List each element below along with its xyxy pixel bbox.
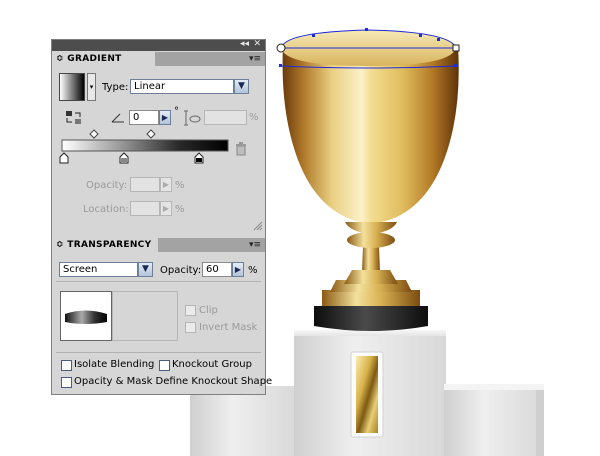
knockout-group-checkbox[interactable]	[159, 360, 170, 371]
isolate-blending-checkbox[interactable]	[61, 360, 72, 371]
panel-menu-icon[interactable]: ▾≡	[249, 52, 261, 66]
reverse-gradient-icon[interactable]	[66, 110, 82, 126]
clip-label: Clip	[199, 305, 218, 316]
transparency-tab-row: ≎ TRANSPARENCY ▾≡	[52, 238, 265, 252]
opacity-percent: %	[248, 265, 258, 276]
trophy-stem	[344, 232, 398, 284]
angle-icon	[111, 113, 124, 123]
delete-stop-icon[interactable]	[235, 142, 247, 156]
invert-mask-checkbox[interactable]	[185, 322, 196, 333]
tab-gradient-label: GRADIENT	[67, 54, 122, 64]
location-input[interactable]	[130, 201, 160, 216]
tab-transparency-label: TRANSPARENCY	[67, 240, 152, 250]
swatch-dropdown-icon[interactable]: ▾	[87, 73, 96, 101]
stem-foot	[344, 270, 398, 284]
opacity-label: Opacity:	[160, 265, 202, 276]
gradient-opacity-input[interactable]	[130, 177, 160, 192]
divider	[56, 281, 261, 282]
tab-arrows-icon: ≎	[56, 54, 64, 64]
podium-right-edge	[536, 390, 544, 456]
panel-menu-icon[interactable]: ▾≡	[249, 238, 261, 252]
gradient-start-handle[interactable]	[276, 43, 286, 53]
cup-bowl	[282, 46, 459, 222]
tab-arrows-icon: ≎	[56, 240, 64, 250]
midpoint-diamond[interactable]	[89, 129, 99, 139]
opacity-mask-knockout-checkbox[interactable]	[61, 377, 72, 388]
black-base	[314, 306, 428, 331]
location-percent: %	[175, 204, 185, 215]
type-dropdown-icon[interactable]: ▼	[234, 79, 249, 94]
clip-checkbox[interactable]	[185, 305, 196, 316]
gradient-opacity-dropdown-icon[interactable]: ▶	[160, 177, 172, 192]
anchor-point[interactable]	[419, 34, 422, 37]
tab-gradient[interactable]: ≎ GRADIENT	[52, 52, 155, 66]
thumbnail-shape	[65, 310, 107, 324]
stem-neck	[362, 246, 380, 274]
mask-thumbnail[interactable]	[112, 291, 178, 341]
opacity-dropdown-icon[interactable]: ▶	[232, 262, 244, 277]
panel-titlebar[interactable]: ◂◂ ✕	[52, 39, 265, 51]
collapse-panel-icon[interactable]: ◂◂	[240, 39, 249, 50]
isolate-blending-label: Isolate Blending	[74, 359, 155, 370]
artwork-thumbnail[interactable]	[60, 291, 112, 341]
cup-bottom	[345, 222, 397, 234]
angle-value: 0	[133, 112, 140, 123]
anchor-point[interactable]	[454, 64, 457, 67]
location-label: Location:	[83, 204, 129, 215]
anchor-point[interactable]	[312, 34, 315, 37]
aspect-ratio-input[interactable]	[204, 110, 247, 125]
base-plinth	[322, 290, 420, 306]
knockout-group-label: Knockout Group	[172, 359, 252, 370]
podium-right-step	[444, 384, 544, 456]
gradient-opacity-percent: %	[175, 180, 185, 191]
trophy-cup	[281, 30, 459, 234]
aspect-percent: %	[249, 112, 259, 123]
gradient-ramp[interactable]	[61, 139, 229, 152]
aspect-ratio-icon	[184, 110, 201, 126]
blend-mode-dropdown-icon[interactable]: ▼	[138, 262, 153, 277]
close-panel-icon[interactable]: ✕	[253, 39, 261, 50]
degree-symbol: °	[174, 106, 179, 117]
angle-input[interactable]: 0	[129, 110, 159, 125]
opacity-mask-knockout-label: Opacity & Mask Define Knockout Shape	[74, 376, 273, 387]
podium-right-top	[444, 384, 544, 390]
type-select-value: Linear	[134, 81, 166, 92]
gradient-end-handle[interactable]	[452, 44, 460, 52]
blend-mode-select[interactable]: Screen	[59, 262, 138, 277]
resize-grip-icon[interactable]	[253, 221, 263, 231]
divider	[56, 352, 261, 353]
podium-left-step	[190, 386, 296, 456]
stem-knob	[347, 232, 395, 248]
anchor-point[interactable]	[365, 28, 368, 31]
type-select[interactable]: Linear	[130, 79, 234, 94]
trophy-base	[314, 280, 428, 331]
anchor-point[interactable]	[437, 38, 440, 41]
midpoint-diamond[interactable]	[146, 129, 156, 139]
gradient-slider[interactable]	[58, 128, 258, 168]
gradient-opacity-label: Opacity:	[86, 180, 128, 191]
location-dropdown-icon[interactable]: ▶	[160, 201, 172, 216]
invert-mask-label: Invert Mask	[199, 322, 258, 333]
angle-dropdown-icon[interactable]: ▶	[159, 110, 171, 125]
anchor-point[interactable]	[279, 64, 282, 67]
gradient-transparency-panel: ◂◂ ✕ ≎ GRADIENT ▾≡ ▾ Type: Linear ▼ 0 ▶ …	[51, 39, 272, 395]
gradient-tab-row: ≎ GRADIENT ▾≡	[52, 52, 265, 66]
blend-mode-value: Screen	[63, 264, 98, 275]
gold-plaque	[356, 356, 378, 433]
opacity-value: 60	[206, 264, 219, 275]
tab-transparency[interactable]: ≎ TRANSPARENCY	[52, 238, 158, 252]
opacity-input[interactable]: 60	[202, 262, 232, 277]
type-label: Type:	[102, 82, 129, 93]
gradient-swatch[interactable]	[59, 73, 85, 101]
